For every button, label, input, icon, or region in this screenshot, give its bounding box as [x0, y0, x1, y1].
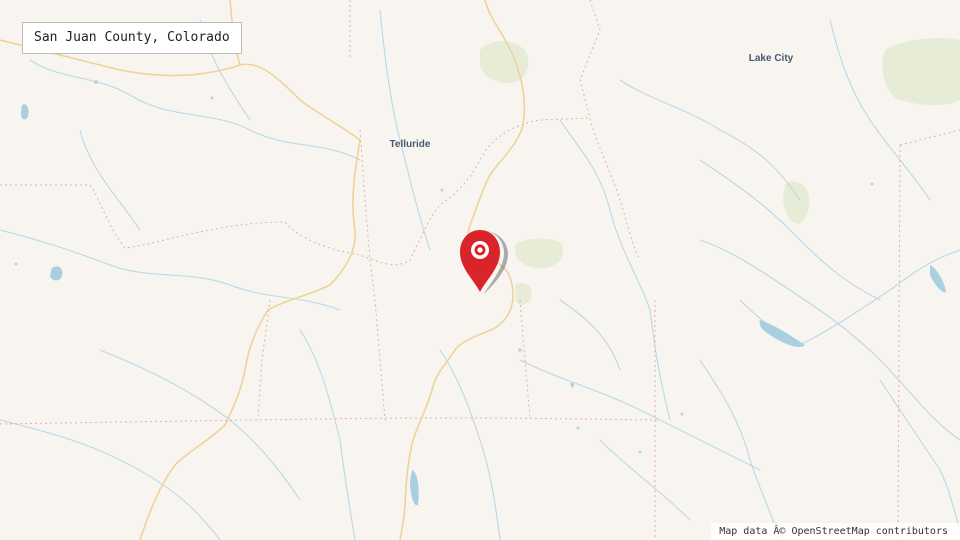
place-label-lake-city: Lake City — [748, 53, 794, 64]
small-lakes — [14, 80, 874, 454]
map-canvas[interactable]: Telluride Lake City San Juan County, Col… — [0, 0, 960, 540]
place-label-telluride: Telluride — [389, 139, 431, 150]
map-pin-icon[interactable] — [456, 228, 508, 294]
map-attribution: Map data Â© OpenStreetMap contributors — [711, 523, 960, 540]
roads — [0, 0, 526, 540]
forest-areas — [480, 38, 960, 305]
lakes — [20, 104, 946, 506]
map-title: San Juan County, Colorado — [22, 22, 242, 54]
